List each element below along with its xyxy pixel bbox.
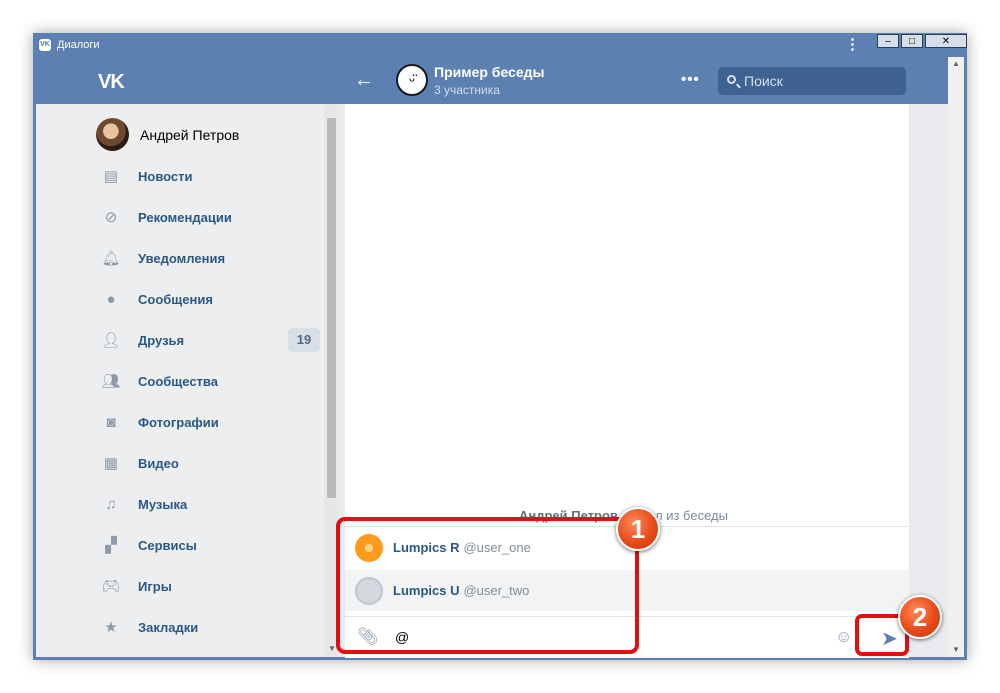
sidebar-scrollbar-thumb[interactable] <box>327 118 336 498</box>
window-title: Диалоги <box>57 39 100 51</box>
search-placeholder: Поиск <box>744 73 783 89</box>
sidebar-item-label: Уведомления <box>138 250 226 266</box>
chat-avatar[interactable]: ᵕ̈ <box>396 64 428 96</box>
close-button[interactable]: ✕ <box>925 34 967 48</box>
back-arrow-icon[interactable]: ← <box>354 69 374 92</box>
sidebar-item-label: Фотографии <box>138 414 219 430</box>
scroll-down-arrow-icon[interactable]: ▼ <box>952 645 960 654</box>
sidebar-item-label: Новости <box>138 168 193 184</box>
sidebar-item-label: Сервисы <box>138 537 197 553</box>
title-bar: VK Диалоги ⋮ – □ ✕ <box>33 33 967 57</box>
scroll-up-arrow-icon[interactable]: ▲ <box>952 59 960 68</box>
sidebar-item-label: Музыка <box>138 496 188 512</box>
message-icon: ● <box>106 290 116 308</box>
vk-logo[interactable]: VK <box>98 71 125 94</box>
star-icon: ★ <box>104 619 118 636</box>
sidebar-item-label: Рекомендации <box>138 209 232 225</box>
more-options-icon[interactable]: ••• <box>681 71 700 88</box>
sidebar-item-games[interactable]: 🎮︎ Игры <box>101 577 172 595</box>
sidebar-item-label: Закладки <box>138 619 199 635</box>
avatar <box>96 118 129 151</box>
users-icon: 👥︎ <box>101 373 121 390</box>
camera-icon: ◙ <box>106 413 116 431</box>
chat-members-count[interactable]: 3 участника <box>434 83 500 97</box>
sidebar-item-news[interactable]: ▤ Новости <box>102 167 193 185</box>
sidebar-item-photos[interactable]: ◙ Фотографии <box>102 413 219 431</box>
sidebar-item-notifications[interactable]: 🔔︎ Уведомления <box>101 249 226 267</box>
chat-title[interactable]: Пример беседы <box>434 64 544 80</box>
step-callout-1: 1 <box>616 507 660 551</box>
highlight-frame-mentions <box>336 517 639 654</box>
bell-icon: 🔔︎ <box>101 250 121 267</box>
sidebar-item-friends[interactable]: 👤︎ Друзья <box>101 331 185 349</box>
app-header: VK ← ᵕ̈ Пример беседы 3 участника ••• По… <box>36 57 948 104</box>
sidebar-item-label: Видео <box>138 455 179 471</box>
sidebar-item-recommendations[interactable]: ⊘ Рекомендации <box>102 208 232 226</box>
search-input[interactable]: Поиск <box>718 67 906 95</box>
news-icon: ▤ <box>103 168 119 185</box>
video-icon: ▦ <box>103 455 119 472</box>
window-controls: – □ ✕ <box>877 34 969 48</box>
minimize-button[interactable]: – <box>877 34 899 48</box>
step-callout-2: 2 <box>898 595 942 639</box>
sidebar-item-communities[interactable]: 👥︎ Сообщества <box>101 372 218 390</box>
friends-count-badge: 19 <box>288 328 320 352</box>
sidebar-item-music[interactable]: ♫ Музыка <box>102 495 187 513</box>
gamepad-icon: 🎮︎ <box>101 578 121 595</box>
sidebar-item-messages[interactable]: ● Сообщения <box>102 290 213 308</box>
sidebar-item-label: Друзья <box>138 332 185 348</box>
sidebar-item-services[interactable]: ▞ Сервисы <box>102 536 197 554</box>
profile-name: Андрей Петров <box>140 126 240 143</box>
emoji-icon[interactable]: ☺ <box>835 627 852 647</box>
window-scrollbar[interactable]: ▲ ▼ <box>948 57 964 657</box>
vk-app-icon: VK <box>39 39 51 51</box>
sidebar-profile[interactable]: Андрей Петров <box>96 118 239 151</box>
search-icon <box>727 75 736 84</box>
sidebar-item-label: Сообщества <box>138 373 218 389</box>
window-menu-icon[interactable]: ⋮ <box>845 35 860 53</box>
services-icon: ▞ <box>105 537 117 554</box>
sidebar-item-label: Сообщения <box>138 291 213 307</box>
maximize-button[interactable]: □ <box>901 34 923 48</box>
sidebar: Андрей Петров ▤ Новости ⊘ Рекомендации 🔔… <box>36 104 339 657</box>
scroll-down-arrow-icon[interactable]: ▼ <box>328 644 336 653</box>
compass-icon: ⊘ <box>104 209 118 226</box>
user-icon: 👤︎ <box>101 332 121 349</box>
sidebar-item-video[interactable]: ▦ Видео <box>102 454 179 472</box>
sidebar-item-label: Игры <box>138 578 172 594</box>
sidebar-item-bookmarks[interactable]: ★ Закладки <box>102 618 198 636</box>
music-icon: ♫ <box>105 495 117 513</box>
